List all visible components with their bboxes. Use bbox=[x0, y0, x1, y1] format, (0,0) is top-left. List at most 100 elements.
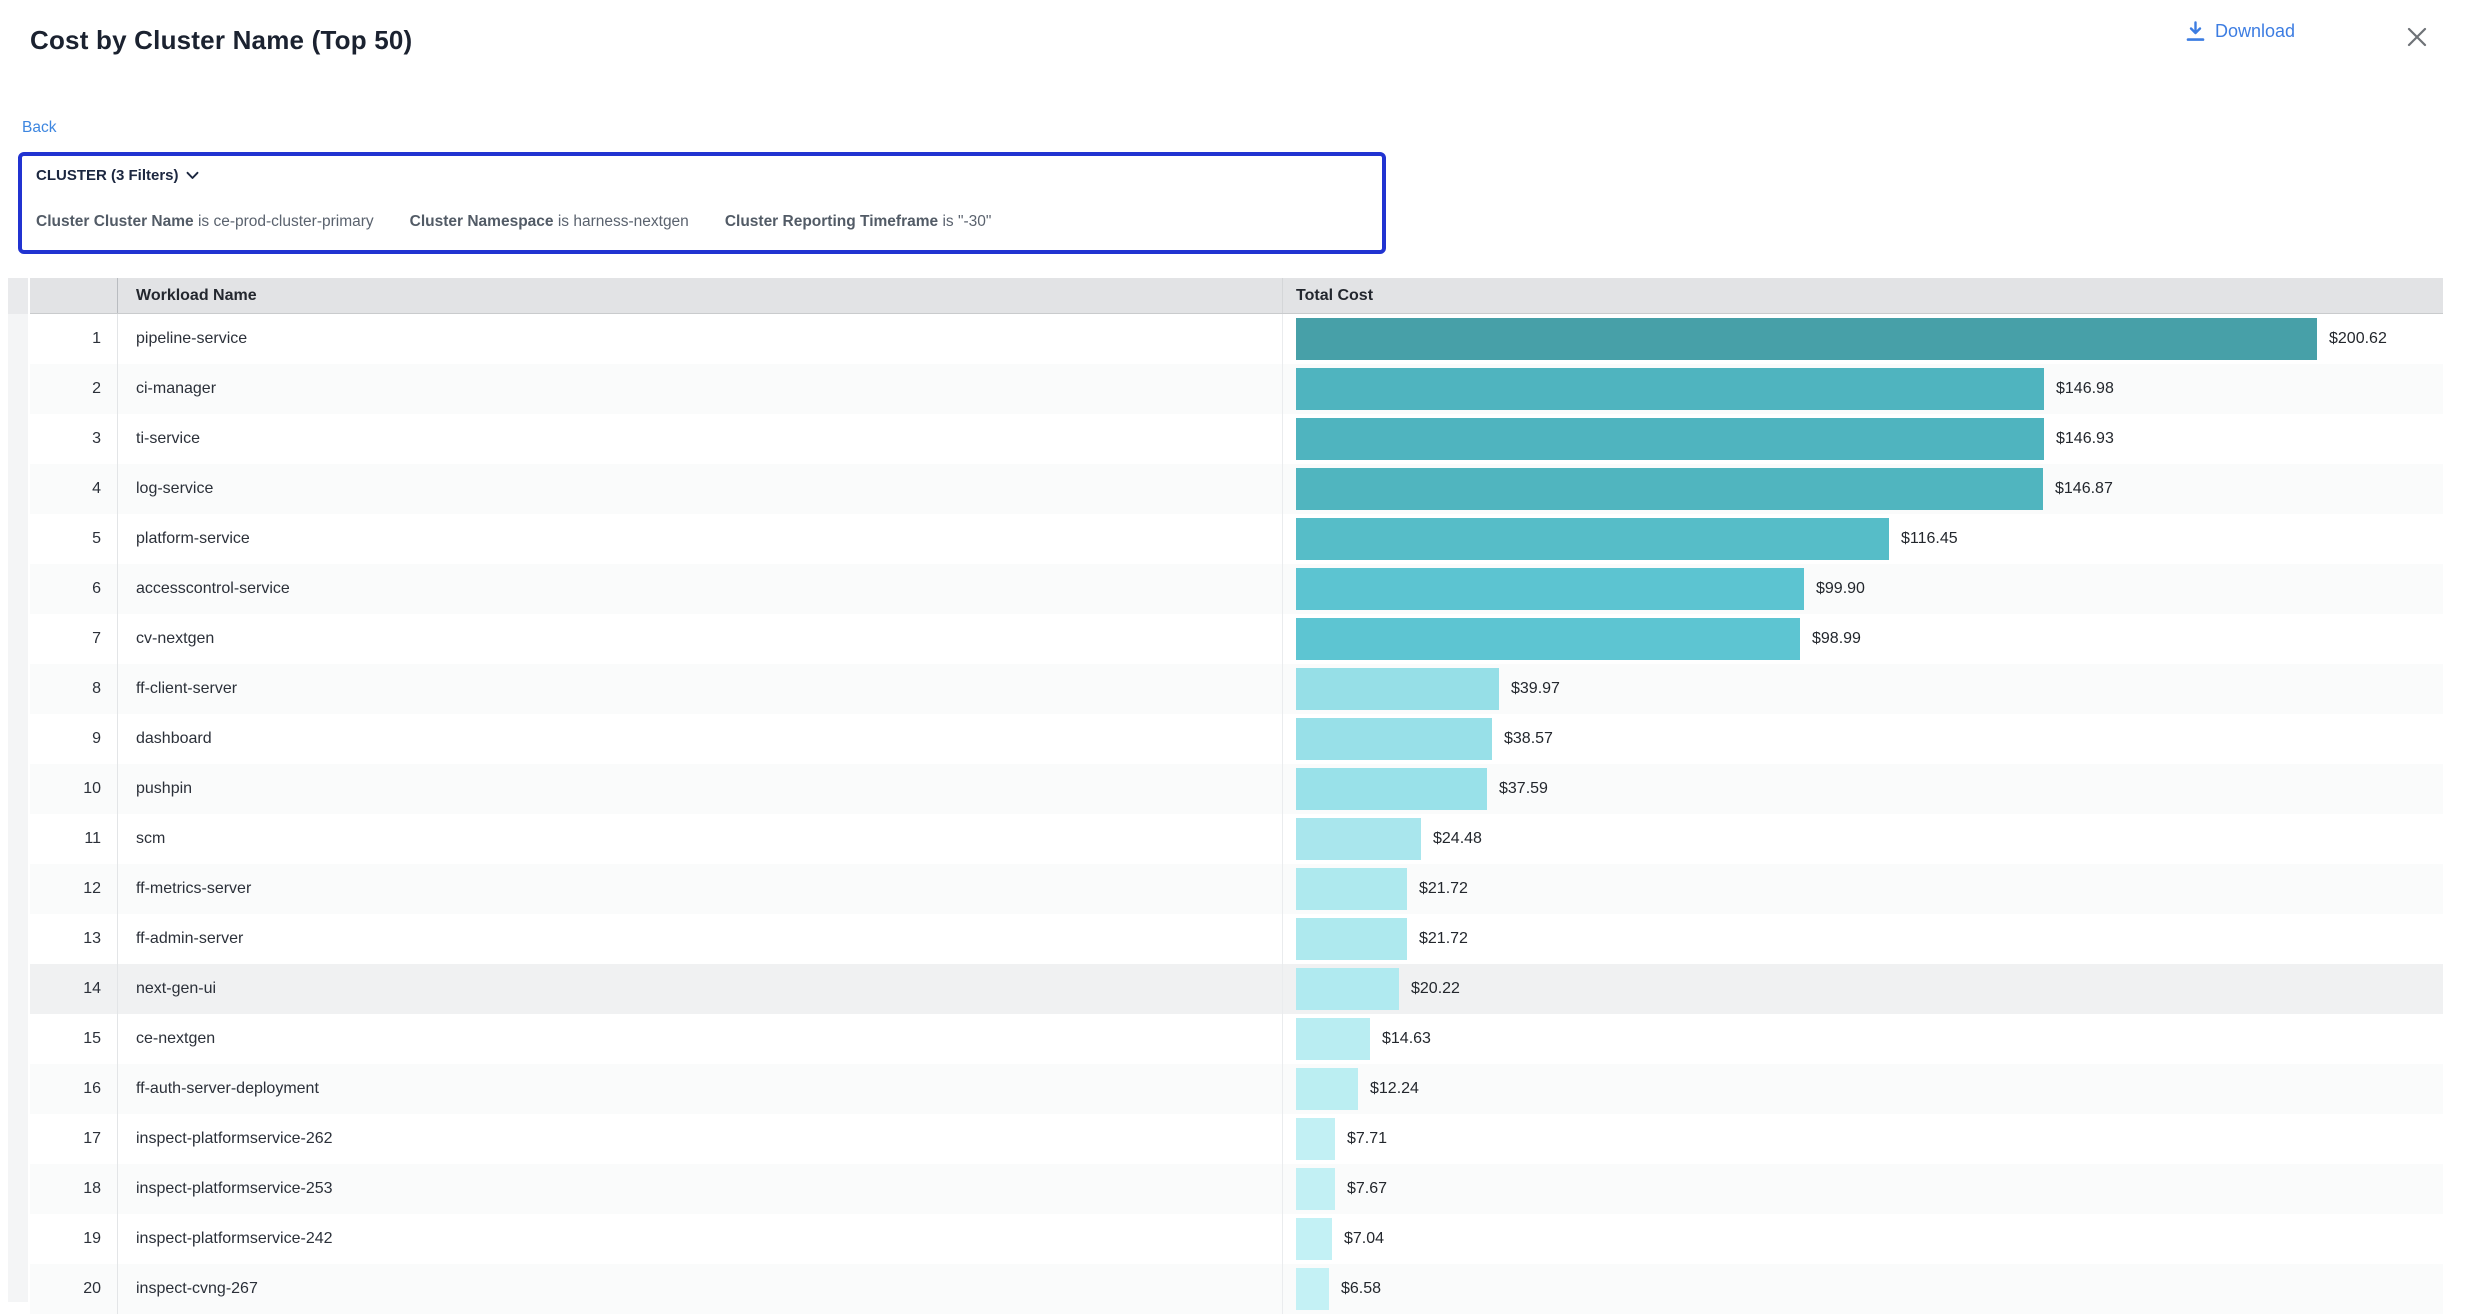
table-row[interactable]: 20inspect-cvng-267$6.58 bbox=[30, 1264, 2443, 1314]
cost-bar bbox=[1296, 618, 1800, 660]
row-rank: 10 bbox=[30, 764, 118, 814]
total-cost-cell: $99.90 bbox=[1283, 564, 2443, 614]
workload-name: log-service bbox=[118, 464, 1283, 514]
total-cost-cell: $39.97 bbox=[1283, 664, 2443, 714]
workload-name: ti-service bbox=[118, 414, 1283, 464]
filter-summary: Cluster Cluster Name is ce-prod-cluster-… bbox=[36, 213, 991, 231]
workload-name: ff-auth-server-deployment bbox=[118, 1064, 1283, 1114]
cost-value-label: $7.04 bbox=[1344, 1214, 1384, 1264]
cost-value-label: $7.67 bbox=[1347, 1164, 1387, 1214]
total-cost-cell: $200.62 bbox=[1283, 314, 2443, 364]
table-row[interactable]: 12ff-metrics-server$21.72 bbox=[30, 864, 2443, 914]
table-row[interactable]: 15ce-nextgen$14.63 bbox=[30, 1014, 2443, 1064]
cost-bar bbox=[1296, 1118, 1335, 1160]
cost-value-label: $6.58 bbox=[1341, 1264, 1381, 1314]
workload-name: platform-service bbox=[118, 514, 1283, 564]
total-cost-cell: $146.93 bbox=[1283, 414, 2443, 464]
cost-value-label: $20.22 bbox=[1411, 964, 1460, 1014]
table-row[interactable]: 7cv-nextgen$98.99 bbox=[30, 614, 2443, 664]
row-rank: 6 bbox=[30, 564, 118, 614]
row-rank: 18 bbox=[30, 1164, 118, 1214]
filter-group-toggle[interactable]: CLUSTER (3 Filters) bbox=[36, 167, 199, 184]
close-button[interactable] bbox=[2402, 22, 2432, 52]
row-rank: 9 bbox=[30, 714, 118, 764]
workload-name: accesscontrol-service bbox=[118, 564, 1283, 614]
total-cost-cell: $146.98 bbox=[1283, 364, 2443, 414]
row-rank: 1 bbox=[30, 314, 118, 364]
filter-condition-field: Cluster Namespace bbox=[410, 213, 554, 230]
row-rank: 2 bbox=[30, 364, 118, 414]
total-cost-cell: $7.67 bbox=[1283, 1164, 2443, 1214]
workload-name: dashboard bbox=[118, 714, 1283, 764]
cost-value-label: $7.71 bbox=[1347, 1114, 1387, 1164]
download-button[interactable]: Download bbox=[2186, 21, 2295, 42]
table-row[interactable]: 18inspect-platformservice-253 $7.67 bbox=[30, 1164, 2443, 1214]
cost-bar bbox=[1296, 1018, 1370, 1060]
column-header-workload-name[interactable]: Workload Name bbox=[118, 278, 1283, 313]
table-body: 1pipeline-service$200.622ci-manager$146.… bbox=[30, 314, 2443, 1314]
cost-value-label: $12.24 bbox=[1370, 1064, 1419, 1114]
total-cost-cell: $6.58 bbox=[1283, 1264, 2443, 1314]
cost-value-label: $146.98 bbox=[2056, 364, 2114, 414]
row-rank: 15 bbox=[30, 1014, 118, 1064]
total-cost-cell: $146.87 bbox=[1283, 464, 2443, 514]
cost-bar bbox=[1296, 568, 1804, 610]
filter-group-label: CLUSTER (3 Filters) bbox=[36, 167, 179, 184]
table-row[interactable]: 1pipeline-service$200.62 bbox=[30, 314, 2443, 364]
filter-condition: Cluster Namespace is harness-nextgen bbox=[410, 213, 689, 231]
table-row[interactable]: 14next-gen-ui$20.22 bbox=[30, 964, 2443, 1014]
cost-table: Workload Name Total Cost 1pipeline-servi… bbox=[30, 278, 2443, 1314]
cost-bar bbox=[1296, 1218, 1332, 1260]
row-rank: 19 bbox=[30, 1214, 118, 1264]
total-cost-cell: $7.71 bbox=[1283, 1114, 2443, 1164]
workload-name: next-gen-ui bbox=[118, 964, 1283, 1014]
table-row[interactable]: 9dashboard$38.57 bbox=[30, 714, 2443, 764]
row-rank: 7 bbox=[30, 614, 118, 664]
row-rank: 16 bbox=[30, 1064, 118, 1114]
cost-value-label: $37.59 bbox=[1499, 764, 1548, 814]
cost-bar bbox=[1296, 318, 2317, 360]
filter-condition: Cluster Cluster Name is ce-prod-cluster-… bbox=[36, 213, 374, 231]
table-row[interactable]: 3ti-service $146.93 bbox=[30, 414, 2443, 464]
download-label: Download bbox=[2215, 21, 2295, 42]
filter-condition-field: Cluster Reporting Timeframe bbox=[725, 213, 938, 230]
workload-name: ci-manager bbox=[118, 364, 1283, 414]
table-row[interactable]: 19inspect-platformservice-242$7.04 bbox=[30, 1214, 2443, 1264]
download-icon bbox=[2186, 21, 2205, 42]
table-row[interactable]: 2ci-manager $146.98 bbox=[30, 364, 2443, 414]
workload-name: inspect-platformservice-253 bbox=[118, 1164, 1283, 1214]
table-header-row: Workload Name Total Cost bbox=[30, 278, 2443, 314]
workload-name: ff-admin-server bbox=[118, 914, 1283, 964]
workload-name: ff-metrics-server bbox=[118, 864, 1283, 914]
row-rank: 3 bbox=[30, 414, 118, 464]
workload-name: inspect-platformservice-262 bbox=[118, 1114, 1283, 1164]
table-row[interactable]: 6accesscontrol-service$99.90 bbox=[30, 564, 2443, 614]
cost-bar bbox=[1296, 968, 1399, 1010]
total-cost-cell: $14.63 bbox=[1283, 1014, 2443, 1064]
left-gutter bbox=[8, 278, 28, 1302]
cost-bar bbox=[1296, 668, 1499, 710]
cost-bar bbox=[1296, 418, 2044, 460]
row-rank: 13 bbox=[30, 914, 118, 964]
table-row[interactable]: 17inspect-platformservice-262$7.71 bbox=[30, 1114, 2443, 1164]
table-row[interactable]: 5platform-service$116.45 bbox=[30, 514, 2443, 564]
workload-name: scm bbox=[118, 814, 1283, 864]
table-row[interactable]: 16ff-auth-server-deployment $12.24 bbox=[30, 1064, 2443, 1114]
table-row[interactable]: 11scm$24.48 bbox=[30, 814, 2443, 864]
filter-condition-field: Cluster Cluster Name bbox=[36, 213, 194, 230]
cost-value-label: $116.45 bbox=[1901, 514, 1958, 564]
workload-name: inspect-cvng-267 bbox=[118, 1264, 1283, 1314]
workload-name: ff-client-server bbox=[118, 664, 1283, 714]
table-row[interactable]: 4log-service$146.87 bbox=[30, 464, 2443, 514]
table-row[interactable]: 8ff-client-server$39.97 bbox=[30, 664, 2443, 714]
filter-condition: Cluster Reporting Timeframe is "-30" bbox=[725, 213, 992, 231]
cost-value-label: $146.93 bbox=[2056, 414, 2114, 464]
cost-bar bbox=[1296, 1068, 1358, 1110]
column-header-total-cost[interactable]: Total Cost bbox=[1283, 278, 2443, 313]
table-row[interactable]: 10pushpin$37.59 bbox=[30, 764, 2443, 814]
cost-bar bbox=[1296, 1268, 1329, 1310]
total-cost-cell: $20.22 bbox=[1283, 964, 2443, 1014]
close-icon bbox=[2405, 25, 2429, 49]
back-link[interactable]: Back bbox=[22, 119, 56, 137]
table-row[interactable]: 13ff-admin-server$21.72 bbox=[30, 914, 2443, 964]
